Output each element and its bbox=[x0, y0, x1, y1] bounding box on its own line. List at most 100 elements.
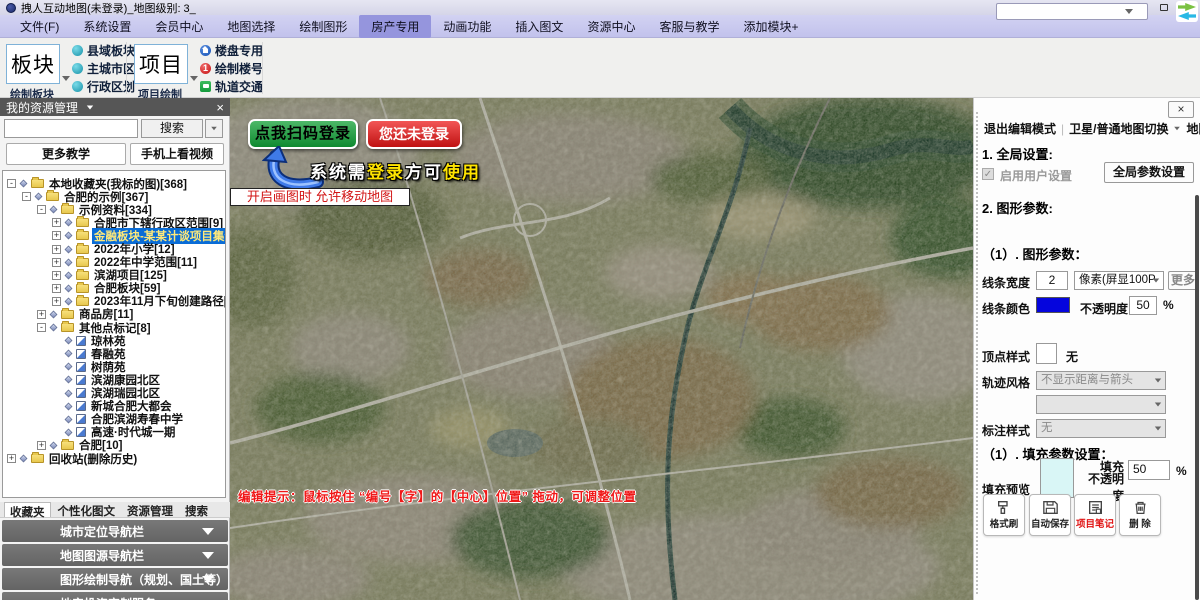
collapsed-panel[interactable]: 地图图源导航栏 bbox=[2, 544, 228, 566]
line-width-unit-select[interactable]: 像素(屏显100P bbox=[1074, 271, 1164, 290]
ribbon-item[interactable]: 轨道交通 bbox=[200, 79, 263, 94]
expander-icon[interactable]: - bbox=[37, 205, 46, 214]
block-big-button[interactable]: 板块 bbox=[6, 44, 60, 84]
diamond-icon bbox=[65, 363, 73, 371]
menu-item[interactable]: 绘制图形 bbox=[287, 15, 359, 38]
search-options-dropdown[interactable] bbox=[205, 119, 223, 138]
expander-icon[interactable]: + bbox=[37, 310, 46, 319]
expander-icon[interactable]: + bbox=[52, 218, 61, 227]
search-button[interactable]: 搜索 bbox=[141, 119, 203, 138]
more-teaching-button[interactable]: 更多教学 bbox=[6, 143, 126, 165]
line-opacity-label: 不透明度 bbox=[1080, 300, 1128, 317]
line-opacity-input[interactable]: 50 bbox=[1129, 296, 1157, 315]
expander-icon[interactable]: - bbox=[7, 179, 16, 188]
search-input[interactable] bbox=[4, 119, 138, 138]
expander-icon[interactable]: + bbox=[52, 258, 61, 267]
expander-icon[interactable] bbox=[52, 428, 61, 437]
menu-item[interactable]: 客服与教学 bbox=[647, 15, 731, 38]
close-icon[interactable]: × bbox=[216, 100, 224, 115]
project-items: 楼盘专用 绘制楼号 轨道交通 bbox=[200, 43, 263, 94]
expander-icon[interactable] bbox=[52, 389, 61, 398]
sidebar-tab[interactable]: 资源管理 bbox=[122, 502, 178, 517]
chevron-down-icon[interactable] bbox=[87, 105, 93, 109]
close-icon[interactable]: × bbox=[1168, 101, 1194, 118]
project-notes-button[interactable]: 项目笔记 bbox=[1074, 494, 1116, 536]
expander-icon[interactable]: + bbox=[52, 271, 61, 280]
ribbon-item-label: 绘制楼号 bbox=[215, 60, 263, 77]
map-switch-button[interactable]: 卫星/普通地图切换 bbox=[1069, 120, 1168, 137]
format-painter-button[interactable]: 格式刷 bbox=[983, 494, 1025, 536]
phone-video-button[interactable]: 手机上看视频 bbox=[130, 143, 224, 165]
expander-icon[interactable]: + bbox=[52, 231, 61, 240]
expander-icon[interactable] bbox=[52, 349, 61, 358]
resource-tree[interactable]: - 本地收藏夹(我标的图)[368] - 合肥的示例[367] bbox=[2, 170, 226, 498]
track-style-select[interactable]: 不显示距离与箭头 bbox=[1036, 371, 1166, 390]
tree-item[interactable]: + 回收站(删除历史) bbox=[3, 452, 225, 465]
track-style-select-2[interactable] bbox=[1036, 395, 1166, 414]
expander-icon[interactable]: + bbox=[37, 441, 46, 450]
exit-edit-mode-button[interactable]: 退出编辑模式 bbox=[984, 120, 1056, 137]
auto-save-button[interactable]: 自动保存 bbox=[1029, 494, 1071, 536]
satellite-map[interactable]: 点我扫码登录 您还未登录 系统需登录方可使用 开启画图时 允许移动地图 编辑提示… bbox=[230, 98, 973, 600]
project-dropdown-icon[interactable] bbox=[190, 76, 198, 81]
marker-icon bbox=[76, 414, 86, 424]
sidebar-tab[interactable]: 搜索 bbox=[180, 502, 213, 517]
delete-button[interactable]: 删 除 bbox=[1119, 494, 1161, 536]
mark-style-select[interactable]: 无 bbox=[1036, 419, 1166, 438]
marker-icon bbox=[76, 401, 86, 411]
not-logged-button[interactable]: 您还未登录 bbox=[366, 119, 462, 149]
scan-login-button[interactable]: 点我扫码登录 bbox=[248, 119, 358, 149]
expander-icon[interactable] bbox=[52, 402, 61, 411]
panel-scrollbar[interactable] bbox=[1195, 195, 1199, 600]
collapsed-panel[interactable]: 城市定位导航栏 bbox=[2, 520, 228, 542]
menu-item[interactable]: 资源中心 bbox=[575, 15, 647, 38]
more-button[interactable]: 更多 bbox=[1168, 271, 1198, 290]
project-big-button[interactable]: 项目 bbox=[134, 44, 188, 84]
line-width-input[interactable]: 2 bbox=[1036, 271, 1068, 290]
chevron-down-icon[interactable] bbox=[1175, 127, 1181, 131]
expander-icon[interactable]: + bbox=[7, 454, 16, 463]
block-dropdown-icon[interactable] bbox=[62, 76, 70, 81]
chevron-down-icon bbox=[211, 127, 217, 131]
allow-move-bar: 开启画图时 允许移动地图 bbox=[230, 188, 410, 206]
expander-icon[interactable]: - bbox=[37, 323, 46, 332]
expander-icon[interactable]: + bbox=[52, 245, 61, 254]
sidebar-tab[interactable]: 个性化图文 bbox=[53, 502, 121, 517]
expander-icon[interactable]: + bbox=[52, 297, 61, 306]
map-making-button[interactable]: 地图制图 bbox=[1186, 120, 1200, 137]
menu-item[interactable]: 插入图文 bbox=[503, 15, 575, 38]
diamond-icon bbox=[65, 297, 73, 305]
fill-opacity-input[interactable]: 50 bbox=[1128, 460, 1170, 480]
expander-icon[interactable]: + bbox=[52, 284, 61, 293]
sphere-icon bbox=[72, 63, 83, 74]
vertex-style-box[interactable] bbox=[1036, 343, 1057, 364]
edit-hint-text: 编辑提示：鼠标按住 “编号【字】的【中心】位置” 拖动，可调整位置 bbox=[238, 486, 636, 505]
maximize-button[interactable] bbox=[1156, 1, 1172, 14]
menubar-combobox[interactable] bbox=[996, 3, 1148, 20]
line-color-swatch[interactable] bbox=[1036, 297, 1070, 313]
menu-item[interactable]: 文件(F) bbox=[8, 15, 71, 38]
menu-item[interactable]: 房产专用 bbox=[359, 15, 431, 38]
menu-item[interactable]: 会员中心 bbox=[143, 15, 215, 38]
expander-icon[interactable]: - bbox=[22, 192, 31, 201]
ribbon-item[interactable]: 楼盘专用 bbox=[200, 43, 263, 58]
folder-icon bbox=[76, 245, 89, 254]
sidebar-tab[interactable]: 收藏夹 bbox=[4, 502, 51, 517]
sphere-icon bbox=[72, 45, 83, 56]
ribbon-item[interactable]: 绘制楼号 bbox=[200, 61, 263, 76]
collapsed-panel[interactable]: 地产投资定制服务 bbox=[2, 592, 228, 600]
menu-item[interactable]: 地图选择 bbox=[215, 15, 287, 38]
checkbox-checked-icon[interactable] bbox=[982, 168, 994, 180]
chevron-down-icon bbox=[1155, 403, 1161, 407]
expander-icon[interactable] bbox=[52, 415, 61, 424]
fill-preview-swatch[interactable] bbox=[1040, 458, 1074, 498]
expander-icon[interactable] bbox=[52, 375, 61, 384]
menu-item[interactable]: 添加模块+ bbox=[731, 15, 810, 38]
global-params-button[interactable]: 全局参数设置 bbox=[1104, 162, 1194, 183]
expander-icon[interactable] bbox=[52, 336, 61, 345]
mark-style-label: 标注样式 bbox=[982, 422, 1030, 439]
expander-icon[interactable] bbox=[52, 362, 61, 371]
menu-item[interactable]: 动画功能 bbox=[431, 15, 503, 38]
collapsed-panel[interactable]: 图形绘制导航（规划、国土等） bbox=[2, 568, 228, 590]
menu-item[interactable]: 系统设置 bbox=[71, 15, 143, 38]
